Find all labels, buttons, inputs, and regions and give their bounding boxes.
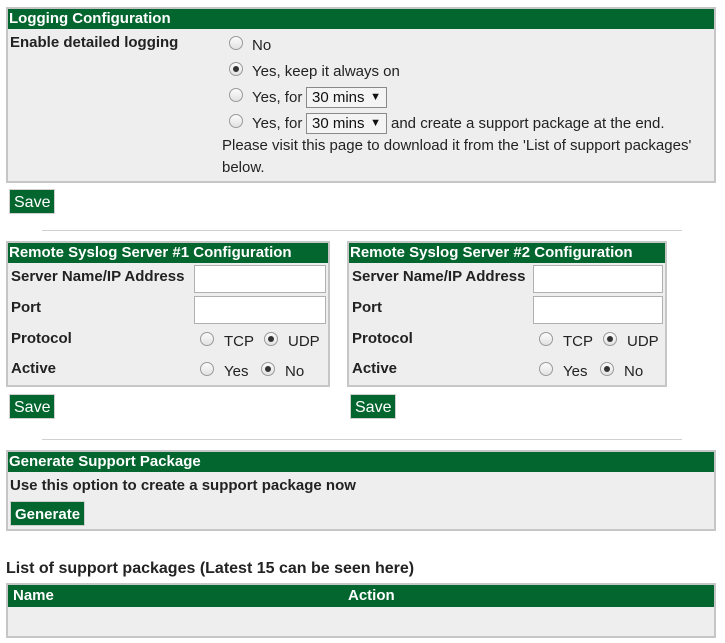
logging-radio-for-package[interactable] xyxy=(229,114,243,128)
logging-option-always-label: Yes, keep it always on xyxy=(252,63,400,80)
logging-radio-always[interactable] xyxy=(229,62,243,76)
logging-note-line1: Please visit this page to download it fr… xyxy=(222,137,692,154)
syslog2-server-input[interactable] xyxy=(533,265,663,293)
syslog1-port-label: Port xyxy=(11,299,41,316)
syslog1-udp-radio[interactable] xyxy=(264,332,278,346)
syslog1-active-no-label: No xyxy=(285,363,305,380)
syslog2-tcp-radio[interactable] xyxy=(539,332,553,346)
syslog1-active-no-radio[interactable] xyxy=(261,362,275,376)
logging-package-duration-select[interactable]: 30 mins ▼ xyxy=(306,113,387,134)
packages-table-header: Name Action xyxy=(8,585,714,607)
syslog1-port-input[interactable] xyxy=(194,296,326,324)
syslog2-protocol-label: Protocol xyxy=(352,330,413,347)
syslog1-udp-label: UDP xyxy=(288,333,320,350)
syslog2-udp-radio[interactable] xyxy=(603,332,617,346)
generate-button[interactable]: Generate xyxy=(10,501,86,526)
enable-logging-label: Enable detailed logging xyxy=(10,34,179,51)
packages-heading: List of support packages (Latest 15 can … xyxy=(6,560,415,577)
syslog1-save-button[interactable]: Save xyxy=(9,394,56,419)
logging-note-line2: below. xyxy=(222,159,265,176)
logging-package-suffix: and create a support package at the end. xyxy=(391,115,665,132)
logging-save-button[interactable]: Save xyxy=(9,189,56,214)
syslog2-port-label: Port xyxy=(352,299,382,316)
syslog1-protocol-label: Protocol xyxy=(11,330,72,347)
syslog2-header: Remote Syslog Server #2 Configuration xyxy=(349,243,665,263)
col-name-header: Name xyxy=(13,587,54,604)
syslog2-udp-label: UDP xyxy=(627,333,659,350)
syslog1-active-yes-radio[interactable] xyxy=(200,362,214,376)
syslog1-active-yes-label: Yes xyxy=(224,363,249,380)
logging-package-duration-value: 30 mins xyxy=(312,115,365,132)
support-package-header: Generate Support Package xyxy=(8,452,714,472)
syslog1-tcp-radio[interactable] xyxy=(200,332,214,346)
packages-table: Name Action xyxy=(6,583,716,638)
syslog1-header: Remote Syslog Server #1 Configuration xyxy=(8,243,328,263)
logging-config-header: Logging Configuration xyxy=(8,9,714,29)
syslog2-active-no-radio[interactable] xyxy=(600,362,614,376)
logging-duration-value: 30 mins xyxy=(312,89,365,106)
syslog2-active-yes-label: Yes xyxy=(563,363,588,380)
syslog2-save-button[interactable]: Save xyxy=(350,394,397,419)
logging-option-for-label: Yes, for xyxy=(252,89,303,106)
syslog2-active-no-label: No xyxy=(624,363,644,380)
divider xyxy=(42,230,682,231)
logging-radio-for[interactable] xyxy=(229,88,243,102)
syslog1-active-label: Active xyxy=(11,360,57,377)
chevron-down-icon: ▼ xyxy=(370,91,381,103)
syslog2-tcp-label: TCP xyxy=(563,333,593,350)
logging-radio-no[interactable] xyxy=(229,36,243,50)
syslog2-server-label: Server Name/IP Address xyxy=(352,268,526,285)
syslog2-port-input[interactable] xyxy=(533,296,663,324)
syslog1-server-label: Server Name/IP Address xyxy=(11,268,185,285)
syslog1-tcp-label: TCP xyxy=(224,333,254,350)
syslog1-server-input[interactable] xyxy=(194,265,326,293)
logging-duration-select[interactable]: 30 mins ▼ xyxy=(306,87,387,108)
support-package-description: Use this option to create a support pack… xyxy=(10,477,356,494)
divider xyxy=(42,439,682,440)
syslog2-active-yes-radio[interactable] xyxy=(539,362,553,376)
col-action-header: Action xyxy=(348,587,395,604)
syslog2-active-label: Active xyxy=(352,360,398,377)
logging-option-for-package-label: Yes, for xyxy=(252,115,303,132)
chevron-down-icon: ▼ xyxy=(370,117,381,129)
logging-option-no-label: No xyxy=(252,37,272,54)
